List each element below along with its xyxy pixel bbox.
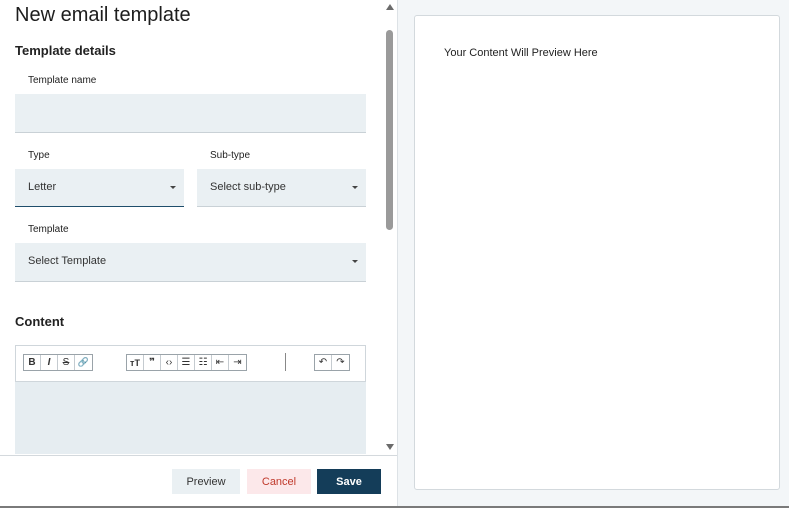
template-selected-value: Select Template xyxy=(28,255,107,267)
preview-button[interactable]: Preview xyxy=(172,469,240,494)
scrollbar-thumb[interactable] xyxy=(386,30,393,230)
save-button[interactable]: Save xyxy=(317,469,381,494)
indent-icon[interactable]: ⇥ xyxy=(229,355,246,370)
template-name-input[interactable] xyxy=(15,94,366,133)
preview-placeholder: Your Content Will Preview Here xyxy=(444,47,598,59)
scroll-up-arrow-icon[interactable] xyxy=(386,4,394,10)
undo-icon[interactable]: ↶ xyxy=(315,355,332,370)
sub-type-label: Sub-type xyxy=(210,150,251,161)
content-heading: Content xyxy=(15,314,65,329)
heading-icon[interactable]: тT xyxy=(127,355,144,370)
type-label: Type xyxy=(28,150,50,161)
numbered-list-icon[interactable]: ☷ xyxy=(195,355,212,370)
sub-type-select[interactable]: Select sub-type xyxy=(197,169,366,207)
scrollbar[interactable] xyxy=(381,0,397,455)
toolbar-group-history: ↶ ↷ xyxy=(314,354,350,371)
type-selected-value: Letter xyxy=(28,181,57,193)
editor-panel: New email template Template details Temp… xyxy=(0,0,398,508)
scroll-down-arrow-icon[interactable] xyxy=(386,444,394,450)
outdent-icon[interactable]: ⇤ xyxy=(212,355,229,370)
sub-type-selected-value: Select sub-type xyxy=(210,181,286,193)
type-select[interactable]: Letter xyxy=(15,169,184,207)
strikethrough-icon[interactable]: S xyxy=(58,355,75,370)
editor-toolbar: B I S 🔗 тT ❞ ‹› ☰ ☷ ⇤ ⇥ ↶ ↷ xyxy=(15,345,366,382)
preview-panel: Your Content Will Preview Here xyxy=(398,0,789,508)
toolbar-group-text-format: B I S 🔗 xyxy=(23,354,93,371)
chevron-down-icon xyxy=(352,260,358,263)
chevron-down-icon xyxy=(352,186,358,189)
redo-icon[interactable]: ↷ xyxy=(332,355,349,370)
bold-icon[interactable]: B xyxy=(24,355,41,370)
preview-card: Your Content Will Preview Here xyxy=(414,15,780,490)
chevron-down-icon xyxy=(170,186,176,189)
template-details-heading: Template details xyxy=(15,43,116,58)
template-label: Template xyxy=(28,224,69,235)
code-icon[interactable]: ‹› xyxy=(161,355,178,370)
italic-icon[interactable]: I xyxy=(41,355,58,370)
quote-icon[interactable]: ❞ xyxy=(144,355,161,370)
cancel-button[interactable]: Cancel xyxy=(247,469,311,494)
toolbar-group-blocks: тT ❞ ‹› ☰ ☷ ⇤ ⇥ xyxy=(126,354,247,371)
template-name-label: Template name xyxy=(28,75,97,86)
link-icon[interactable]: 🔗 xyxy=(75,355,92,370)
bullet-list-icon[interactable]: ☰ xyxy=(178,355,195,370)
toolbar-divider xyxy=(285,353,286,371)
form-footer: Preview Cancel Save xyxy=(0,455,397,508)
page-title: New email template xyxy=(15,4,191,26)
template-select[interactable]: Select Template xyxy=(15,243,366,282)
content-editor[interactable] xyxy=(15,382,366,454)
